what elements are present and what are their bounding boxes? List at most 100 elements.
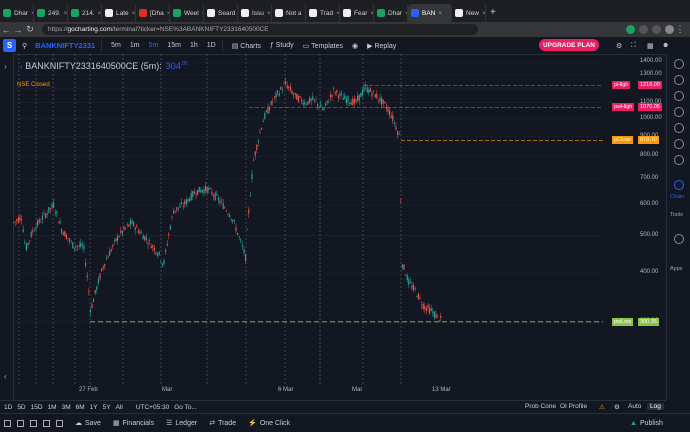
price-chart[interactable] [13,54,636,386]
interval-1d[interactable]: 1D [207,42,216,49]
charts-button[interactable]: ▤ Charts [232,42,261,50]
browser-tab[interactable]: Late × [102,4,136,22]
grammarly-extension-icon[interactable] [626,25,635,34]
forward-icon[interactable]: → [12,25,24,35]
study-button[interactable]: ƒ Study [270,42,294,49]
tab-close-icon[interactable]: × [438,10,442,17]
upgrade-plan-button[interactable]: UPGRADE PLAN [539,39,599,51]
panel-icon[interactable] [43,419,50,427]
log-scale-button[interactable]: Log [647,403,664,410]
candle-body [269,107,271,111]
panel-toggle-icon[interactable] [4,419,11,427]
alert-icon[interactable]: ⚠ [599,403,605,411]
candle-body [360,92,362,97]
browser-tab[interactable]: Trad × [306,4,340,22]
panel-icon[interactable] [56,419,63,427]
auto-scale-button[interactable]: Auto [628,403,641,410]
interval-1m[interactable]: 1m [130,42,140,49]
expand-icon[interactable]: ‹ [4,372,7,381]
browser-tab[interactable]: Dhar× [0,4,34,22]
url-field[interactable]: https://gocharting.com/terminal?ticker=N… [42,24,478,35]
layout-icon[interactable]: ▦ [647,42,654,50]
chain-icon[interactable] [674,180,684,190]
interval-dropdown[interactable]: 5m [111,42,121,49]
account-icon[interactable]: ☻ [662,42,669,49]
range-all[interactable]: All [116,404,123,411]
one-click-button[interactable]: ⚡ One Click [248,419,290,428]
legend-arrow-icon[interactable]: › [20,62,23,71]
range-15d[interactable]: 15D [31,404,43,411]
symbol-search-input[interactable]: BANKNIFTY2331 [35,41,95,50]
browser-tab[interactable]: Not a× [272,4,306,22]
candle-body [144,236,146,241]
save-button[interactable]: ☁ Save [75,419,101,428]
interval-5m[interactable]: 5m [149,42,159,49]
browser-tab[interactable]: New × [452,4,486,22]
apps-label[interactable]: Apps [670,266,683,272]
camera-icon[interactable]: ◉ [352,42,358,50]
browser-tab[interactable]: Issu × [238,4,272,22]
browser-tab[interactable]: 249. × [34,4,68,22]
candle-body [365,85,367,87]
range-1y[interactable]: 1Y [90,404,98,411]
browser-tab[interactable]: Dhar× [374,4,408,22]
ideas-icon[interactable] [674,123,684,133]
panel-icon[interactable] [30,419,37,427]
browser-tab[interactable]: [Dha× [136,4,170,22]
candle-body [37,220,39,226]
range-6m[interactable]: 6M [76,404,85,411]
reload-icon[interactable]: ↻ [24,24,36,35]
chain-button[interactable]: Chain [670,194,684,200]
browser-tab[interactable]: Seard× [204,4,238,22]
puzzle-extension-icon[interactable] [652,25,661,34]
extension-icon[interactable] [639,25,648,34]
tab-close-icon[interactable]: × [98,10,101,17]
back-icon[interactable]: ← [0,25,12,35]
timezone-selector[interactable]: UTC+05:30 [136,404,169,411]
financials-button[interactable]: ▦ Financials [113,419,154,428]
candle-body [401,264,403,268]
app-logo[interactable]: S [3,39,16,52]
browser-tab[interactable]: BAN × [408,4,452,22]
watchlist-icon[interactable] [674,59,684,69]
news-icon[interactable] [674,107,684,117]
fullscreen-icon[interactable]: ⛶ [631,42,636,50]
search-icon[interactable]: ⚲ [22,42,27,50]
interval-1h[interactable]: 1h [190,42,198,49]
settings-icon[interactable]: ⚙ [616,42,622,50]
tab-close-icon[interactable]: × [132,10,135,17]
calendar-icon[interactable] [674,91,684,101]
alerts-icon[interactable] [674,75,684,85]
range-5y[interactable]: 5Y [103,404,111,411]
panel-icon[interactable] [17,419,24,427]
range-3m[interactable]: 3M [62,404,71,411]
range-1m[interactable]: 1M [48,404,57,411]
browser-menu-icon[interactable]: ⋮ [674,24,686,35]
chat-icon[interactable] [674,139,684,149]
tab-close-icon[interactable]: × [64,10,67,17]
apps-icon[interactable] [674,234,684,244]
profile-avatar[interactable] [665,25,674,34]
templates-button[interactable]: ▭ Templates [303,42,343,50]
interval-15m[interactable]: 15m [167,42,181,49]
settings-icon[interactable]: ⚙ [614,403,620,411]
trade-button[interactable]: ⇄ Trade [209,419,236,428]
messages-icon[interactable] [674,155,684,165]
candle-body [134,227,136,231]
browser-tab[interactable]: Fear × [340,4,374,22]
new-tab-icon[interactable]: + [486,4,500,22]
goto-button[interactable]: Go To... [174,404,197,411]
publish-button[interactable]: ▲ Publish [630,420,663,427]
prob-cone-button[interactable]: Prob Cone [525,403,556,410]
browser-tab[interactable]: 214. × [68,4,102,22]
collapse-icon[interactable]: › [4,62,7,71]
range-5d[interactable]: 5D [17,404,25,411]
replay-button[interactable]: ▶ Replay [367,42,396,50]
browser-tab[interactable]: Weel× [170,4,204,22]
tab-close-icon[interactable]: × [267,10,271,17]
candle-body [413,285,415,290]
ledger-button[interactable]: ☰ Ledger [166,419,197,428]
candle-body [70,241,72,242]
range-1d[interactable]: 1D [4,404,12,411]
oi-profile-button[interactable]: OI Profile [560,403,587,410]
